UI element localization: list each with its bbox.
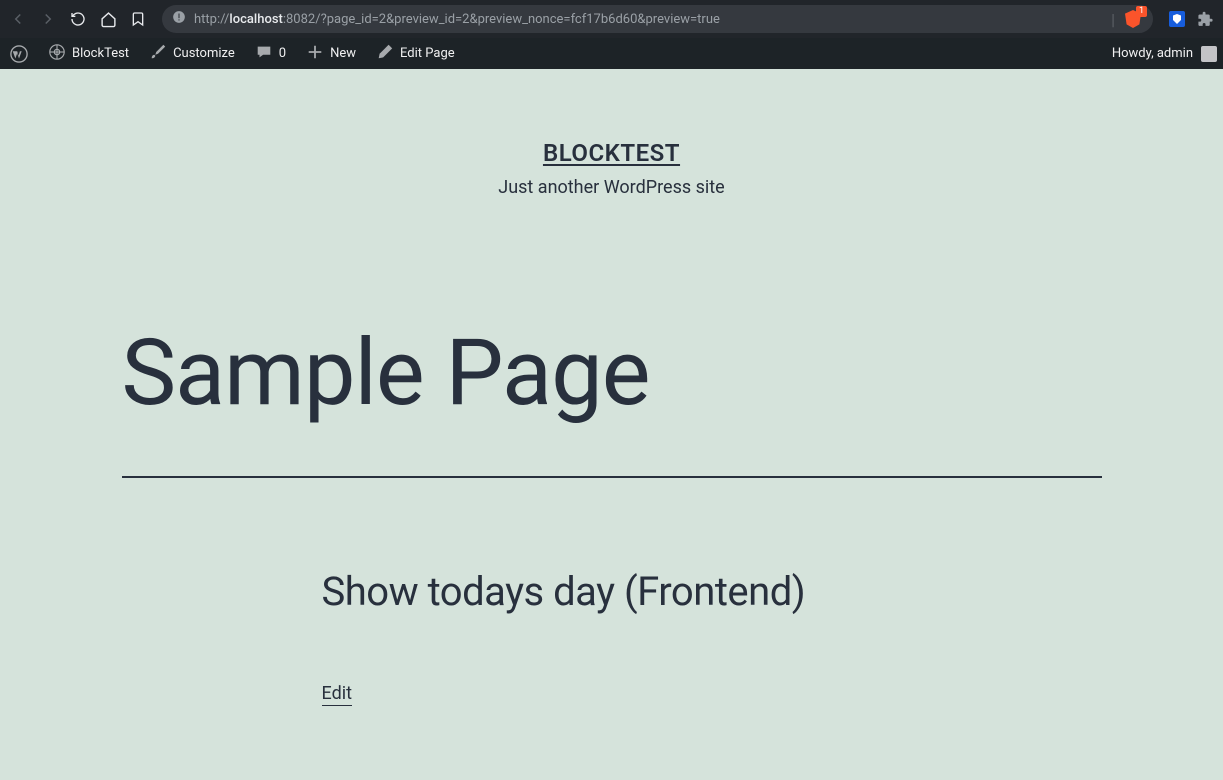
title-divider <box>122 476 1102 478</box>
home-button[interactable] <box>98 9 118 29</box>
not-secure-icon <box>172 10 186 28</box>
block-heading: Show todays day (Frontend) <box>322 568 902 615</box>
site-title-link[interactable]: BLOCKTEST <box>543 139 680 167</box>
howdy-text: Howdy, admin <box>1112 46 1193 61</box>
site-header: BLOCKTEST Just another WordPress site <box>0 139 1223 198</box>
avatar <box>1201 46 1217 62</box>
page-title: Sample Page <box>122 328 1102 420</box>
comments-menu[interactable]: 0 <box>245 38 296 69</box>
wp-adminbar: BlockTest Customize 0 New Edit Page <box>0 38 1223 69</box>
plus-icon <box>306 43 324 65</box>
comments-count: 0 <box>279 46 286 61</box>
new-label: New <box>330 46 356 61</box>
extensions-icon[interactable] <box>1195 9 1215 29</box>
home-icon <box>48 43 66 65</box>
brush-icon <box>149 43 167 65</box>
site-name-label: BlockTest <box>72 46 129 61</box>
customize-menu[interactable]: Customize <box>139 38 245 69</box>
reload-button[interactable] <box>68 9 88 29</box>
pencil-icon <box>376 43 394 65</box>
entry-content: Show todays day (Frontend) Edit <box>302 568 922 706</box>
site-content: BLOCKTEST Just another WordPress site Sa… <box>0 69 1223 706</box>
separator: | <box>1111 10 1115 29</box>
browser-chrome: http://localhost:8082/?page_id=2&preview… <box>0 0 1223 38</box>
site-tagline: Just another WordPress site <box>0 177 1223 198</box>
customize-label: Customize <box>173 46 235 61</box>
account-menu[interactable]: Howdy, admin <box>1102 38 1223 69</box>
address-bar[interactable]: http://localhost:8082/?page_id=2&preview… <box>162 5 1153 33</box>
site-name-menu[interactable]: BlockTest <box>38 38 139 69</box>
edit-page-menu[interactable]: Edit Page <box>366 38 465 69</box>
wp-logo-menu[interactable] <box>0 38 38 69</box>
bookmark-button[interactable] <box>128 9 148 29</box>
edit-link[interactable]: Edit <box>322 683 352 706</box>
back-button[interactable] <box>8 9 28 29</box>
new-menu[interactable]: New <box>296 38 366 69</box>
url-text: http://localhost:8082/?page_id=2&preview… <box>194 12 1103 27</box>
edit-page-label: Edit Page <box>400 46 455 61</box>
brave-shields-icon[interactable]: 1 <box>1123 9 1143 29</box>
forward-button[interactable] <box>38 9 58 29</box>
comment-icon <box>255 43 273 65</box>
bitwarden-icon[interactable] <box>1167 9 1187 29</box>
